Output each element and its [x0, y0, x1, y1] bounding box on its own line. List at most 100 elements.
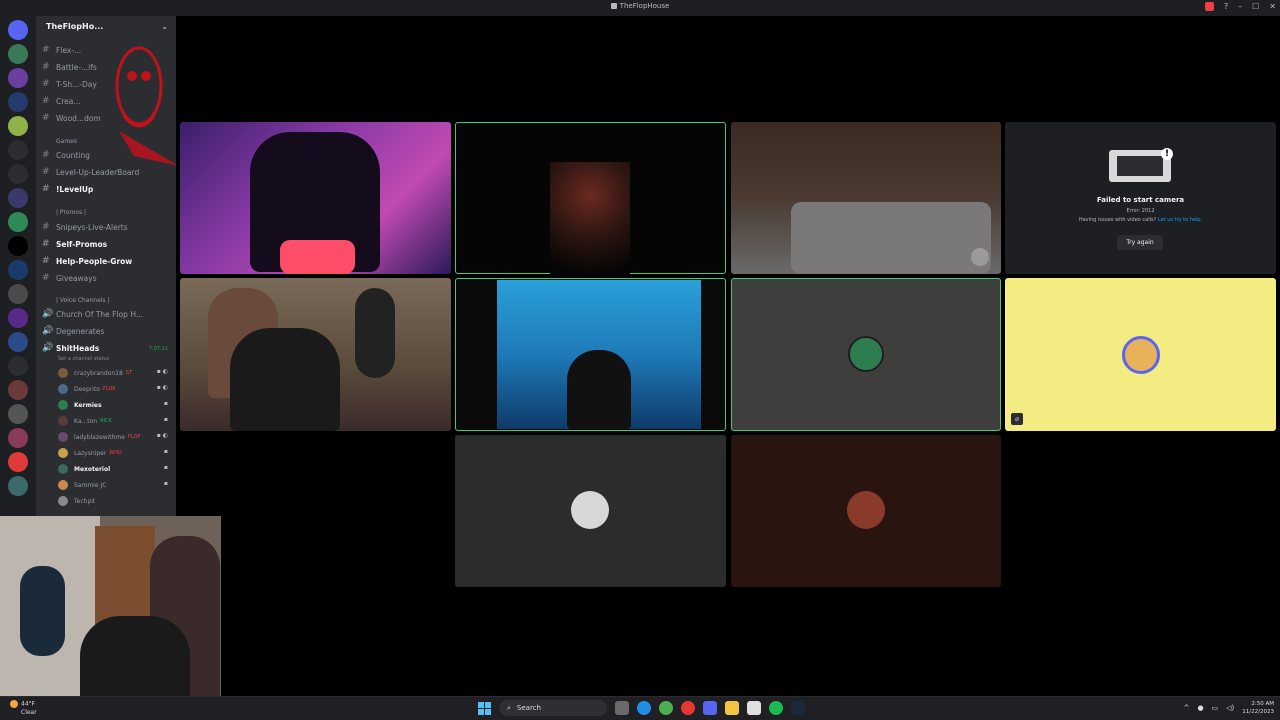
audio-only-tile[interactable]: [731, 278, 1001, 431]
taskbar-search[interactable]: ⌕ Search: [499, 700, 607, 716]
edge-icon[interactable]: [637, 701, 651, 715]
minimize-button[interactable]: –: [1238, 2, 1242, 11]
video-tile[interactable]: [455, 122, 726, 274]
task-view-icon[interactable]: [615, 701, 629, 715]
voice-user[interactable]: Lazysniper WHO: [58, 446, 122, 460]
camera-icon: ▪ ◐: [156, 432, 168, 439]
channel-item[interactable]: # Giveaways: [42, 270, 97, 286]
folder-icon[interactable]: [8, 356, 28, 376]
channel-status-input[interactable]: Set a channel status: [58, 356, 109, 362]
category-games[interactable]: Games: [56, 138, 77, 145]
server-icon[interactable]: [8, 284, 28, 304]
window-title: TheFlopHouse: [619, 2, 670, 10]
channel-item[interactable]: # Level-Up-LeaderBoard: [42, 164, 139, 180]
video-tile[interactable]: [455, 278, 726, 431]
guild-header[interactable]: TheFlopHo... ⌄: [36, 16, 176, 38]
avatar: [58, 432, 68, 442]
video-tile[interactable]: [180, 122, 451, 274]
channel-item[interactable]: # Battle-...ifs: [42, 59, 97, 75]
channel-item[interactable]: # Flex-...: [42, 42, 81, 58]
spotify-icon[interactable]: [769, 701, 783, 715]
file-explorer-icon[interactable]: [725, 701, 739, 715]
channel-item[interactable]: # Crea...: [42, 93, 81, 109]
chevron-down-icon: ⌄: [161, 22, 168, 31]
voice-user[interactable]: ladyblazewithme FLOP: [58, 430, 140, 444]
video-tile[interactable]: [180, 278, 451, 431]
help-link[interactable]: Let us try to help.: [1158, 217, 1202, 223]
voice-channel-active[interactable]: 🔊 ShitHeads: [42, 340, 99, 356]
voice-channel-item[interactable]: 🔊 Church Of The Flop H...: [42, 306, 143, 322]
server-icon[interactable]: [8, 404, 28, 424]
microphone-in-video: [355, 288, 395, 378]
category-voice[interactable]: | Voice Channels |: [56, 297, 110, 304]
audio-only-tile[interactable]: ⌀: [1005, 278, 1276, 431]
participant-video: [230, 328, 340, 431]
video-tile[interactable]: [731, 122, 1001, 274]
app-icon[interactable]: [681, 701, 695, 715]
weather-widget[interactable]: 44°F Clear: [10, 700, 37, 717]
voice-user[interactable]: Kermies: [58, 398, 102, 412]
server-icon[interactable]: [8, 332, 28, 352]
voice-channel-item[interactable]: 🔊 Degenerates: [42, 323, 104, 339]
channel-item[interactable]: # Self-Promos: [42, 236, 107, 252]
server-icon[interactable]: [8, 164, 28, 184]
server-icon[interactable]: [8, 452, 28, 472]
participant-video: [791, 202, 991, 274]
chevron-up-icon[interactable]: ^: [1184, 704, 1190, 712]
title-bar: TheFlopHouse ? – ☐ ✕: [0, 0, 1280, 16]
server-icon[interactable]: [8, 68, 28, 88]
server-icon[interactable]: [8, 188, 28, 208]
channel-item[interactable]: # !LevelUp: [42, 181, 93, 197]
store-icon[interactable]: [747, 701, 761, 715]
camera-error-code: Error: 2012: [1126, 208, 1155, 214]
voice-user[interactable]: Ka...ton RICK: [58, 414, 112, 428]
folder-icon[interactable]: [8, 140, 28, 160]
avatar: [58, 448, 68, 458]
channel-item[interactable]: # T-Sh...-Day: [42, 76, 97, 92]
server-icon[interactable]: [8, 92, 28, 112]
voice-timer: 7:07:11: [148, 346, 168, 352]
server-icon[interactable]: [8, 380, 28, 400]
server-icon[interactable]: [8, 20, 28, 40]
channel-item[interactable]: # Snipeys-Live-Alerts: [42, 219, 128, 235]
maximize-button[interactable]: ☐: [1252, 2, 1259, 11]
channel-item[interactable]: # Help-People-Grow: [42, 253, 132, 269]
clock[interactable]: 2:50 AM 11/22/2023: [1242, 700, 1274, 716]
audio-only-tile[interactable]: [731, 435, 1001, 587]
voice-user[interactable]: Sammie JC: [58, 478, 106, 492]
hash-icon: #: [42, 79, 50, 89]
mic-icon[interactable]: ●: [1197, 704, 1203, 712]
server-list: [0, 16, 36, 516]
voice-user[interactable]: crazybrandon18 ST: [58, 366, 132, 380]
server-icon[interactable]: [8, 308, 28, 328]
voice-user[interactable]: Techpit: [58, 494, 95, 508]
steam-icon[interactable]: [791, 701, 805, 715]
audio-only-tile[interactable]: [455, 435, 726, 587]
server-icon[interactable]: [8, 116, 28, 136]
server-icon[interactable]: [8, 236, 28, 256]
server-icon[interactable]: [8, 212, 28, 232]
discord-icon[interactable]: [703, 701, 717, 715]
server-icon[interactable]: [8, 44, 28, 64]
webcam-overlay: [0, 516, 221, 696]
avatar: [847, 491, 885, 529]
server-icon[interactable]: [8, 260, 28, 280]
try-again-button[interactable]: Try again: [1117, 235, 1163, 250]
inbox-icon[interactable]: [1204, 2, 1214, 11]
volume-icon[interactable]: ◁): [1226, 704, 1234, 712]
avatar: [58, 400, 68, 410]
help-icon[interactable]: ?: [1224, 2, 1228, 11]
server-icon[interactable]: [8, 428, 28, 448]
category-promos[interactable]: | Promos |: [56, 209, 86, 216]
close-button[interactable]: ✕: [1269, 2, 1276, 11]
network-icon[interactable]: ▭: [1212, 704, 1219, 712]
windows-logo-icon[interactable]: [478, 701, 491, 715]
server-icon[interactable]: [8, 476, 28, 496]
channel-sidebar: TheFlopHo... ⌄ # Flex-... # Battle-...ifs …: [36, 16, 176, 516]
warning-icon: !: [1161, 148, 1173, 160]
voice-user[interactable]: Deeprito FLOP: [58, 382, 115, 396]
voice-user[interactable]: Mexoteriol: [58, 462, 110, 476]
channel-item[interactable]: # Wood...dom: [42, 110, 101, 126]
chrome-icon[interactable]: [659, 701, 673, 715]
channel-item[interactable]: # Counting: [42, 147, 90, 163]
